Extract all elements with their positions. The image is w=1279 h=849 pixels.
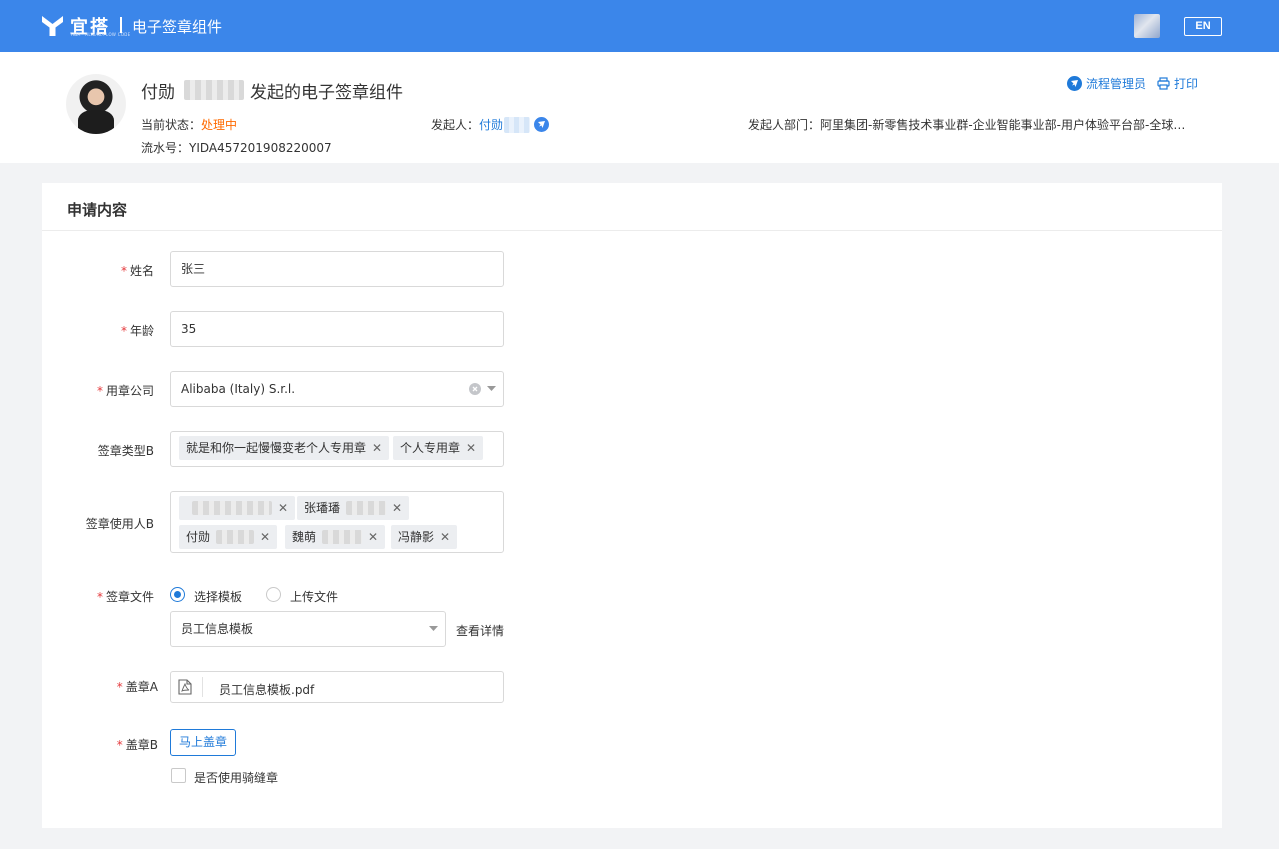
redacted-user bbox=[322, 530, 363, 544]
process-admin-link[interactable]: 流程管理员 bbox=[1067, 75, 1146, 92]
company-label: * 用章公司 bbox=[96, 384, 154, 398]
clear-icon[interactable] bbox=[469, 383, 481, 395]
age-input[interactable]: 35 bbox=[170, 311, 504, 347]
age-label: * 年龄 bbox=[120, 324, 154, 338]
redacted-user bbox=[346, 501, 387, 515]
redacted-user bbox=[216, 530, 255, 544]
cross-page-seal-checkbox[interactable] bbox=[171, 768, 186, 783]
upload-radio[interactable] bbox=[266, 587, 281, 602]
yida-logo-icon bbox=[42, 16, 63, 36]
section-divider bbox=[42, 230, 1222, 231]
print-label: 打印 bbox=[1174, 77, 1199, 91]
template-radio-label: 选择模板 bbox=[194, 590, 243, 604]
chevron-down-icon[interactable] bbox=[429, 626, 438, 632]
seal-users-label: 签章使用人B bbox=[85, 517, 154, 531]
upload-radio-label: 上传文件 bbox=[290, 590, 339, 604]
file-divider bbox=[202, 677, 203, 697]
redacted-name bbox=[184, 80, 244, 100]
company-value: Alibaba (Italy) S.r.l. bbox=[181, 382, 296, 396]
template-radio[interactable] bbox=[170, 587, 185, 602]
seal-user-tag: 魏萌 ✕ bbox=[285, 525, 386, 549]
tag-remove-icon[interactable]: ✕ bbox=[466, 436, 476, 460]
view-details-link[interactable]: 查看详情 bbox=[456, 622, 504, 639]
section-title: 申请内容 bbox=[67, 201, 128, 219]
name-label: * 姓名 bbox=[120, 264, 154, 278]
seal-now-button[interactable]: 马上盖章 bbox=[170, 729, 236, 756]
page-title: 发起的电子签章组件 bbox=[250, 83, 403, 103]
department-label: 发起人部门： bbox=[748, 118, 821, 132]
department-field: 发起人部门：阿里集团-新零售技术事业群-企业智能事业部-用户体验平台部-全球… bbox=[748, 116, 1185, 133]
department-value: 阿里集团-新零售技术事业群-企业智能事业部-用户体验平台部-全球… bbox=[820, 118, 1186, 132]
language-button[interactable]: EN bbox=[1184, 17, 1222, 36]
tag-remove-icon[interactable]: ✕ bbox=[260, 525, 270, 549]
cross-page-seal-label: 是否使用骑缝章 bbox=[194, 771, 279, 785]
printer-icon bbox=[1157, 77, 1170, 90]
seal-a-file-name: 员工信息模板.pdf bbox=[219, 683, 315, 697]
template-value: 员工信息模板 bbox=[181, 622, 254, 636]
user-avatar[interactable] bbox=[1134, 14, 1160, 38]
seal-user-tag: 冯静影 ✕ bbox=[391, 525, 458, 549]
company-select[interactable]: Alibaba (Italy) S.r.l. bbox=[170, 371, 504, 407]
tag-remove-icon[interactable]: ✕ bbox=[278, 496, 288, 520]
status-badge: 处理中 bbox=[201, 118, 238, 132]
seal-a-label: * 盖章A bbox=[116, 680, 158, 694]
page-title-prefix: 付勋 bbox=[141, 83, 175, 103]
app-title: 电子签章组件 bbox=[132, 18, 223, 36]
initiator-link[interactable]: 付勋 bbox=[479, 116, 503, 133]
process-admin-label: 流程管理员 bbox=[1086, 77, 1147, 91]
name-input[interactable]: 张三 bbox=[170, 251, 504, 287]
tag-remove-icon[interactable]: ✕ bbox=[440, 525, 450, 549]
seal-type-label: 签章类型B bbox=[97, 444, 154, 458]
initiator-avatar bbox=[66, 74, 126, 134]
dingtalk-icon bbox=[1067, 76, 1082, 91]
seal-type-tag: 个人专用章 ✕ bbox=[393, 436, 484, 460]
seal-type-tag: 就是和你一起慢慢变老个人专用章 ✕ bbox=[179, 436, 390, 460]
chevron-down-icon[interactable] bbox=[487, 386, 496, 392]
tag-remove-icon[interactable]: ✕ bbox=[392, 496, 402, 520]
seal-file-label: * 签章文件 bbox=[96, 590, 154, 604]
redacted-initiator bbox=[504, 116, 531, 133]
initiator-field: 发起人： 付勋 bbox=[431, 116, 550, 133]
tag-remove-icon[interactable]: ✕ bbox=[368, 525, 378, 549]
status-label: 当前状态： bbox=[141, 118, 202, 132]
template-select[interactable]: 员工信息模板 bbox=[170, 611, 446, 647]
seal-b-label: * 盖章B bbox=[116, 738, 158, 752]
redacted-user bbox=[192, 501, 272, 515]
tag-remove-icon[interactable]: ✕ bbox=[372, 436, 382, 460]
initiator-label: 发起人： bbox=[431, 118, 480, 132]
logo-separator bbox=[120, 17, 122, 33]
dingtalk-icon[interactable] bbox=[534, 117, 550, 132]
seal-user-tag: 张璠璠 ✕ bbox=[297, 496, 410, 520]
serial-number: YIDA457201908220007 bbox=[189, 141, 332, 155]
pdf-file-icon bbox=[178, 679, 192, 695]
print-link[interactable]: 打印 bbox=[1157, 75, 1198, 92]
status-field: 当前状态：处理中 bbox=[141, 116, 237, 133]
serial-label: 流水号： bbox=[141, 141, 190, 155]
seal-user-tag: 付勋 ✕ bbox=[179, 525, 278, 549]
serial-field: 流水号：YIDA457201908220007 bbox=[141, 139, 332, 156]
seal-user-tag: ✕ bbox=[179, 496, 296, 520]
